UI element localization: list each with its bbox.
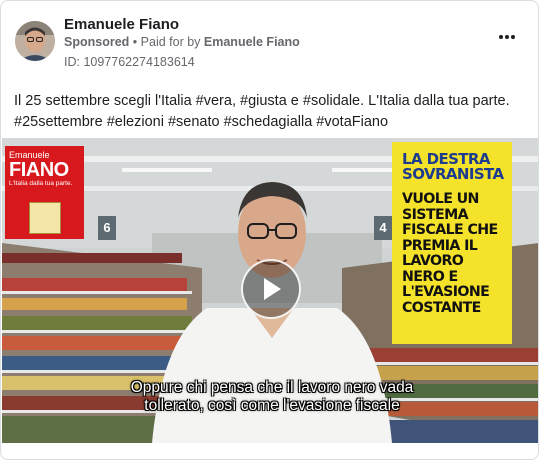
post-text-line-2: #25settembre #elezioni #senato #schedagi… [14, 114, 389, 130]
panel-headline: LA DESTRA SOVRANISTA [402, 150, 504, 183]
ballot-image [29, 202, 61, 234]
aisle-sign-right: 4 [374, 216, 392, 240]
video-subtitles: Oppure chi pensa che il lavoro nero vada… [82, 379, 462, 415]
more-horizontal-icon [498, 35, 516, 39]
page-name[interactable]: Emanuele Fiano [64, 16, 179, 33]
page-avatar[interactable] [15, 21, 55, 61]
post-text-line-1: Il 25 settembre scegli l'Italia #vera, #… [14, 93, 510, 109]
ad-id: ID: 1097762274183614 [64, 55, 195, 69]
message-panel: LA DESTRA SOVRANISTA VUOLE UN SISTEMA FI… [392, 142, 512, 344]
sponsored-meta: Sponsored • Paid for by Emanuele Fiano [64, 35, 300, 49]
brand-last-name: FIANO [9, 159, 69, 181]
paid-for-prefix: Paid for by [140, 35, 201, 49]
more-options-button[interactable] [494, 29, 520, 45]
panel-body: VUOLE UN SISTEMA FISCALE CHE PREMIA IL L… [402, 191, 498, 316]
sponsored-label: Sponsored [64, 35, 130, 49]
subtitle-line-1: Oppure chi pensa che il lavoro nero vada [130, 379, 414, 396]
candidate-brand-logo: Emanuele FIANO L'Italia dalla tua parte. [5, 146, 84, 239]
ad-card: Emanuele Fiano Sponsored • Paid for by E… [0, 0, 539, 460]
subtitle-line-2: tollerato, così come l'evasione fiscale [144, 397, 400, 414]
play-icon [264, 278, 281, 300]
post-text: Il 25 settembre scegli l'Italia #vera, #… [14, 91, 524, 133]
video-player[interactable]: Emanuele FIANO L'Italia dalla tua parte.… [2, 138, 538, 443]
aisle-sign-left: 6 [98, 216, 116, 240]
meta-separator: • [132, 35, 138, 49]
paid-for-name: Emanuele Fiano [203, 35, 300, 49]
brand-slogan: L'Italia dalla tua parte. [9, 180, 73, 187]
play-button[interactable] [241, 259, 301, 319]
